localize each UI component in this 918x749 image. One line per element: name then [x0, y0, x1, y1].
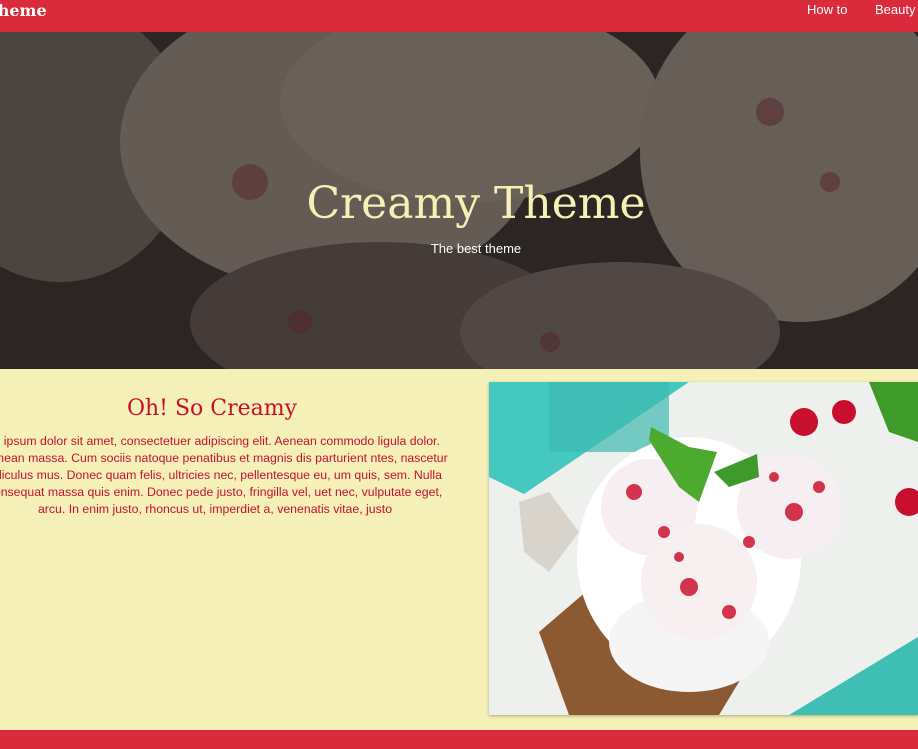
top-navbar: my Theme How to Beauty	[0, 0, 918, 32]
hero-banner: Creamy Theme The best theme	[0, 32, 918, 369]
hero-subtitle: The best theme	[430, 241, 522, 256]
hero-title: Creamy Theme	[306, 178, 646, 229]
footer-bar	[0, 730, 918, 749]
ice-cream-photo	[489, 382, 918, 715]
section-paragraph: m ipsum dolor sit amet, consectetuer adi…	[0, 434, 448, 516]
brand-logo-link[interactable]: my Theme	[0, 0, 47, 22]
section-heading: Oh! So Creamy	[126, 396, 298, 421]
content-section: Oh! So Creamy m ipsum dolor sit amet, co…	[0, 369, 918, 730]
nav-link-how-to[interactable]: How to	[807, 0, 847, 20]
nav-link-beauty[interactable]: Beauty	[875, 0, 915, 20]
